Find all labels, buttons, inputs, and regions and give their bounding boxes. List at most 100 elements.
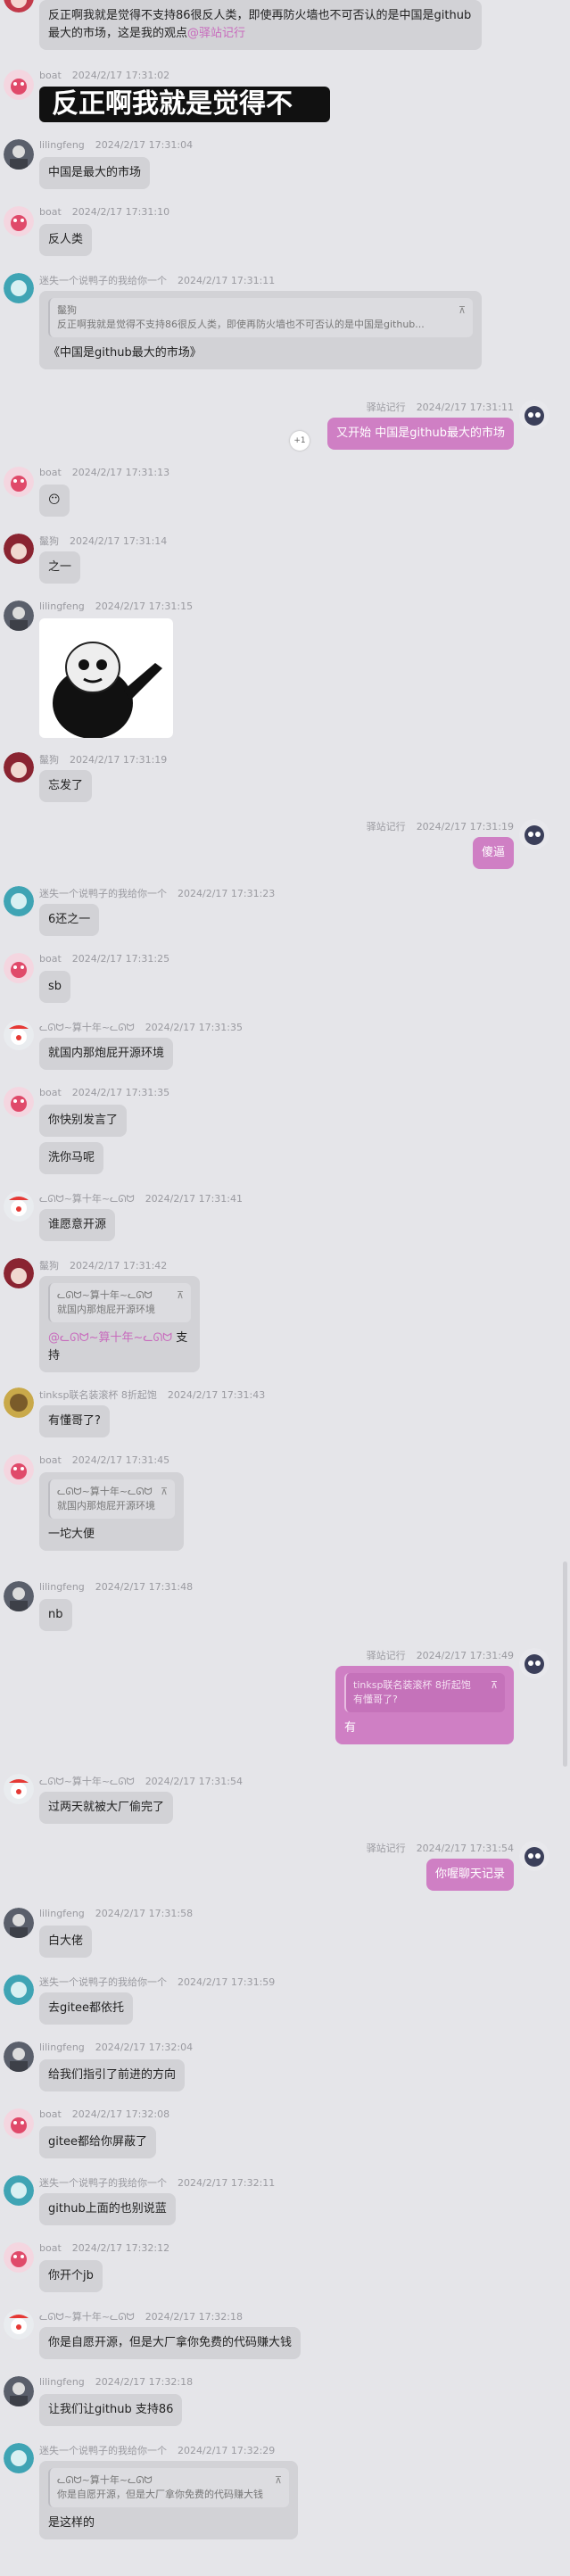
- image-message[interactable]: [39, 618, 173, 738]
- sender-name[interactable]: 驿站记行: [367, 1650, 406, 1661]
- message-bubble[interactable]: 6还之一: [39, 904, 100, 936]
- avatar[interactable]: [4, 1087, 34, 1117]
- message-bubble[interactable]: 白大佬: [39, 1926, 93, 1958]
- sender-name[interactable]: 迷失一个说鸭子的我给你一个: [39, 275, 167, 286]
- avatar[interactable]: [4, 1191, 34, 1222]
- sender-name[interactable]: 鬣狗: [39, 535, 59, 547]
- avatar[interactable]: [4, 70, 34, 100]
- sender-name[interactable]: tinksp联名装滚杯 8折起饱: [39, 1389, 157, 1401]
- avatar[interactable]: [4, 273, 34, 303]
- avatar[interactable]: [519, 1841, 549, 1871]
- message-bubble[interactable]: github上面的也别说蓝: [39, 2193, 176, 2225]
- avatar[interactable]: [4, 752, 34, 783]
- sender-name[interactable]: boat: [39, 206, 62, 218]
- message-bubble[interactable]: 中国是最大的市场: [39, 157, 151, 189]
- message-bubble[interactable]: gitee都给你屏蔽了: [39, 2126, 156, 2158]
- message-bubble[interactable]: 让我们让github 支持86: [39, 2394, 183, 2426]
- sender-name[interactable]: lilingfeng: [39, 139, 85, 151]
- quote-collapse-icon[interactable]: ⊼: [177, 1288, 184, 1303]
- avatar[interactable]: [4, 139, 34, 170]
- avatar[interactable]: [4, 206, 34, 236]
- sender-name[interactable]: 迷失一个说鸭子的我给你一个: [39, 1976, 167, 1988]
- sender-name[interactable]: lilingfeng: [39, 601, 85, 612]
- message-bubble[interactable]: 有懂哥了?: [39, 1405, 110, 1437]
- sender-name[interactable]: 迷失一个说鸭子的我给你一个: [39, 2177, 167, 2189]
- sender-name[interactable]: boat: [39, 1087, 62, 1098]
- message-bubble[interactable]: 你快别发言了: [39, 1105, 128, 1137]
- quote-collapse-icon[interactable]: ⊼: [275, 2473, 282, 2488]
- quote-collapse-icon[interactable]: ⊼: [458, 303, 466, 318]
- message-bubble[interactable]: ᓚᘏᗢ~算十年~ᓚᘏᗢ 你是自愿开源，但是大厂拿你免费的代码赚大钱 ⊼ 是这样的: [39, 2461, 298, 2539]
- message-bubble[interactable]: ᓚᘏᗢ~算十年~ᓚᘏᗢ 就国内那炮屁开源环境 ⊼ 一坨大便: [39, 1472, 184, 1551]
- sender-name[interactable]: boat: [39, 2108, 62, 2120]
- message-bubble[interactable]: 😶: [39, 485, 70, 517]
- sender-name[interactable]: 鬣狗: [39, 1260, 59, 1271]
- quoted-message[interactable]: tinksp联名装滚杯 8折起饱 有懂哥了? ⊼: [344, 1673, 505, 1712]
- avatar[interactable]: [4, 2443, 34, 2473]
- avatar[interactable]: [519, 400, 549, 430]
- sender-name[interactable]: ᓚᘏᗢ~算十年~ᓚᘏᗢ: [39, 1776, 135, 1787]
- message-bubble[interactable]: 谁愿意开源: [39, 1209, 116, 1241]
- sender-name[interactable]: lilingfeng: [39, 1908, 85, 1919]
- image-message[interactable]: 反正啊我就是觉得不: [39, 87, 330, 122]
- quoted-message[interactable]: ᓚᘏᗢ~算十年~ᓚᘏᗢ 你是自愿开源，但是大厂拿你免费的代码赚大钱 ⊼: [48, 2468, 289, 2507]
- sender-name[interactable]: boat: [39, 70, 62, 81]
- avatar[interactable]: [4, 2108, 34, 2139]
- message-bubble[interactable]: 你是自愿开源，但是大厂拿你免费的代码赚大钱: [39, 2327, 302, 2359]
- sender-name[interactable]: 驿站记行: [367, 821, 406, 832]
- sender-name[interactable]: 迷失一个说鸭子的我给你一个: [39, 2445, 167, 2456]
- sender-name[interactable]: boat: [39, 1454, 62, 1466]
- avatar[interactable]: [4, 2242, 34, 2273]
- avatar[interactable]: [4, 1387, 34, 1418]
- mention[interactable]: @驿站记行: [187, 27, 245, 40]
- message-bubble[interactable]: 你喔聊天记录: [425, 1859, 514, 1891]
- avatar[interactable]: [4, 1908, 34, 1938]
- message-bubble[interactable]: 傻逼: [472, 837, 514, 869]
- message-bubble[interactable]: 洗你马呢: [39, 1142, 104, 1174]
- avatar[interactable]: [4, 2042, 34, 2072]
- message-bubble[interactable]: 你开个jb: [39, 2260, 103, 2292]
- avatar[interactable]: [4, 953, 34, 983]
- mention[interactable]: @ᓚᘏᗢ~算十年~ᓚᘏᗢ: [48, 1331, 172, 1345]
- avatar[interactable]: [4, 0, 34, 12]
- avatar[interactable]: [519, 1648, 549, 1678]
- quoted-message[interactable]: ᓚᘏᗢ~算十年~ᓚᘏᗢ 就国内那炮屁开源环境 ⊼: [48, 1283, 191, 1322]
- avatar[interactable]: [4, 601, 34, 631]
- quoted-message[interactable]: 鬣狗 反正啊我就是觉得不支持86很反人类，即使再防火墙也不可否认的是中国是git…: [48, 298, 473, 337]
- message-bubble[interactable]: 反正啊我就是觉得不支持86很反人类，即使再防火墙也不可否认的是中国是github…: [39, 0, 482, 50]
- avatar[interactable]: [4, 467, 34, 497]
- avatar[interactable]: [4, 886, 34, 916]
- message-bubble[interactable]: 给我们指引了前进的方向: [39, 2059, 186, 2091]
- sender-name[interactable]: lilingfeng: [39, 2376, 85, 2388]
- message-bubble[interactable]: nb: [39, 1599, 72, 1631]
- avatar[interactable]: [4, 2309, 34, 2340]
- message-bubble[interactable]: 反人类: [39, 224, 93, 256]
- avatar[interactable]: [4, 2376, 34, 2406]
- sender-name[interactable]: boat: [39, 2242, 62, 2254]
- quoted-message[interactable]: ᓚᘏᗢ~算十年~ᓚᘏᗢ 就国内那炮屁开源环境 ⊼: [48, 1479, 175, 1519]
- avatar[interactable]: [4, 2175, 34, 2206]
- message-bubble[interactable]: 就国内那炮屁开源环境: [39, 1038, 174, 1070]
- quote-collapse-icon[interactable]: ⊼: [491, 1678, 498, 1693]
- message-bubble[interactable]: 又开始 中国是github最大的市场: [327, 418, 514, 450]
- avatar[interactable]: [4, 1454, 34, 1485]
- sender-name[interactable]: lilingfeng: [39, 1581, 85, 1593]
- avatar[interactable]: [4, 1020, 34, 1050]
- avatar[interactable]: [519, 819, 549, 849]
- sender-name[interactable]: ᓚᘏᗢ~算十年~ᓚᘏᗢ: [39, 1193, 135, 1205]
- scrollbar[interactable]: [563, 1561, 567, 1767]
- sender-name[interactable]: 驿站记行: [367, 402, 406, 413]
- message-bubble[interactable]: 鬣狗 反正啊我就是觉得不支持86很反人类，即使再防火墙也不可否认的是中国是git…: [39, 291, 482, 369]
- message-bubble[interactable]: 过两天就被大厂偷完了: [39, 1792, 174, 1824]
- reaction-count-badge[interactable]: +1: [290, 431, 310, 451]
- sender-name[interactable]: ᓚᘏᗢ~算十年~ᓚᘏᗢ: [39, 2311, 135, 2323]
- sender-name[interactable]: ᓚᘏᗢ~算十年~ᓚᘏᗢ: [39, 1022, 135, 1033]
- quote-collapse-icon[interactable]: ⊼: [161, 1485, 168, 1499]
- sender-name[interactable]: lilingfeng: [39, 2042, 85, 2053]
- message-bubble[interactable]: 忘发了: [39, 770, 93, 802]
- avatar[interactable]: [4, 1975, 34, 2005]
- message-bubble[interactable]: tinksp联名装滚杯 8折起饱 有懂哥了? ⊼ 有: [335, 1666, 514, 1744]
- message-bubble[interactable]: 之一: [39, 551, 81, 584]
- message-bubble[interactable]: sb: [39, 971, 71, 1003]
- message-bubble[interactable]: 去gitee都依托: [39, 1992, 133, 2025]
